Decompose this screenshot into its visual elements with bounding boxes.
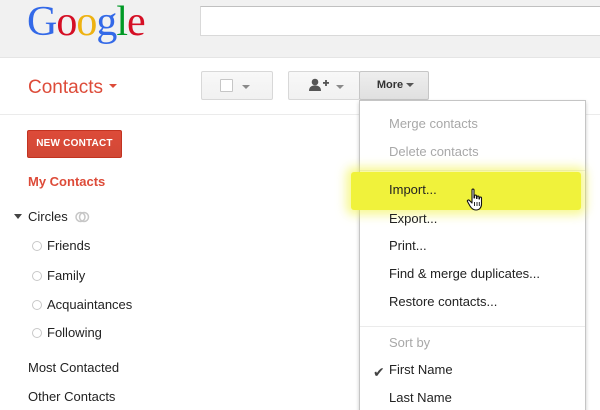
checkmark-icon: ✔	[373, 364, 385, 380]
logo-letter: o	[56, 0, 77, 45]
menu-divider	[360, 326, 585, 327]
logo-letter: o	[76, 0, 97, 45]
chevron-down-icon	[242, 85, 250, 89]
circle-label: Following	[47, 325, 102, 340]
app-switcher[interactable]: Contacts	[28, 77, 117, 99]
new-contact-button[interactable]: NEW CONTACT	[27, 130, 122, 158]
triangle-down-icon[interactable]	[14, 214, 22, 219]
logo-letter: e	[127, 0, 146, 45]
more-button-label: More	[376, 79, 404, 91]
circle-icon	[32, 271, 42, 281]
circles-icon	[74, 209, 90, 228]
circles-label: Circles	[28, 209, 68, 224]
logo-letter: g	[96, 0, 117, 45]
circle-label: Family	[47, 268, 86, 283]
menu-item-print[interactable]: Print...	[389, 238, 427, 253]
select-all-checkbox[interactable]	[220, 79, 233, 92]
sidebar-item-most-contacted[interactable]: Most Contacted	[28, 360, 119, 375]
menu-item-import[interactable]: Import...	[389, 182, 437, 197]
circle-icon	[32, 300, 42, 310]
google-logo[interactable]: Google	[27, 0, 146, 45]
more-button[interactable]: More	[359, 71, 429, 100]
circle-label: Friends	[47, 238, 91, 253]
circle-icon	[32, 328, 42, 338]
logo-letter: l	[116, 0, 128, 45]
select-button[interactable]	[201, 71, 273, 100]
menu-divider	[360, 170, 585, 171]
menu-item-sort-first-name[interactable]: First Name	[389, 362, 453, 377]
chevron-down-icon	[406, 83, 415, 87]
chevron-down-icon	[108, 83, 117, 88]
menu-item-sort-last-name[interactable]: Last Name	[389, 390, 452, 405]
menu-item-export[interactable]: Export...	[389, 211, 437, 226]
logo-letter: G	[27, 0, 57, 45]
menu-item-restore-contacts[interactable]: Restore contacts...	[389, 294, 497, 309]
circle-label: Acquaintances	[47, 297, 133, 312]
add-person-icon	[308, 77, 330, 98]
menu-item-find-merge-duplicates[interactable]: Find & merge duplicates...	[389, 266, 540, 281]
sidebar-item-my-contacts[interactable]: My Contacts	[28, 174, 105, 189]
search-input[interactable]	[200, 6, 600, 36]
top-bar: Google	[0, 0, 600, 58]
page-title: Contacts	[28, 77, 103, 98]
hand-pointer-icon	[466, 188, 486, 217]
sidebar-item-other-contacts[interactable]: Other Contacts	[28, 389, 115, 404]
menu-item-merge-contacts: Merge contacts	[389, 116, 478, 131]
circle-icon	[32, 241, 42, 251]
add-to-circles-button[interactable]	[288, 71, 360, 100]
chevron-down-icon	[336, 85, 344, 89]
menu-section-sort-by: Sort by	[389, 335, 431, 350]
menu-item-delete-contacts: Delete contacts	[389, 144, 479, 159]
